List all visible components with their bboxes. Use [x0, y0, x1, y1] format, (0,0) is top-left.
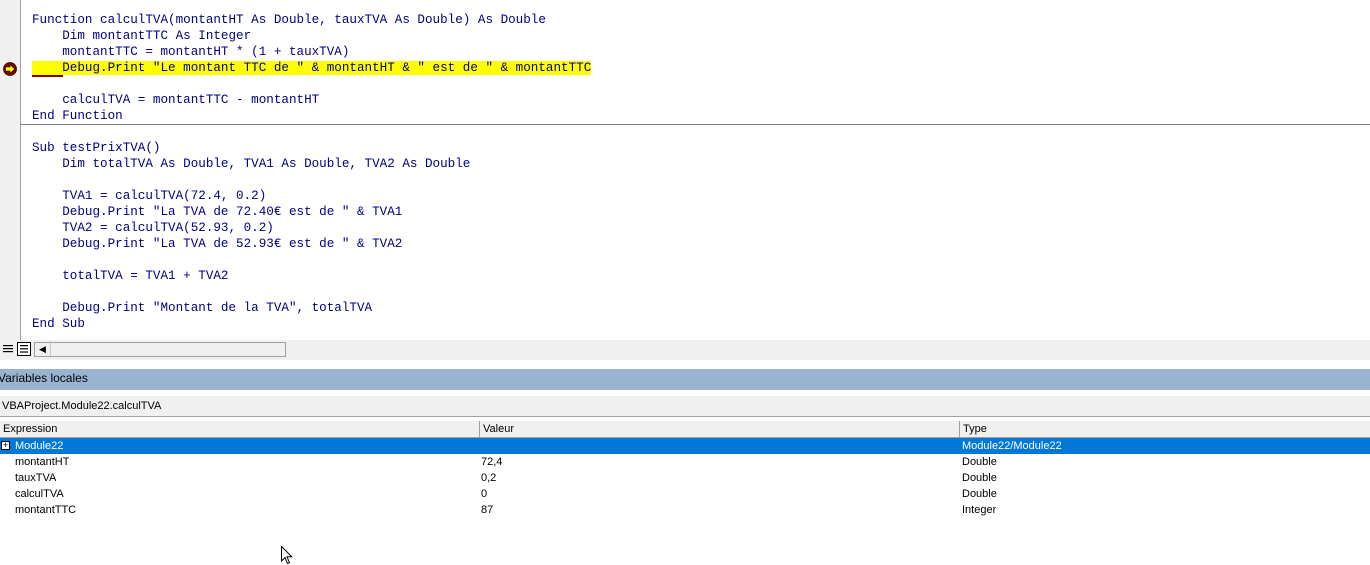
code-line[interactable]: montantTTC = montantHT * (1 + tauxTVA): [32, 44, 1370, 60]
value-cell[interactable]: 87: [481, 502, 493, 518]
code-line[interactable]: [32, 252, 1370, 268]
column-header-expression[interactable]: Expression: [0, 421, 480, 437]
expression-cell: Module22: [15, 440, 64, 452]
expand-plus-icon[interactable]: +: [1, 441, 10, 450]
expression-cell: montantTTC: [15, 504, 77, 516]
code-line[interactable]: Debug.Print "Montant de la TVA", totalTV…: [32, 300, 1370, 316]
table-row[interactable]: montantTTC 87 Integer: [0, 502, 1370, 518]
table-row[interactable]: montantHT 72,4 Double: [0, 454, 1370, 470]
value-cell[interactable]: 0: [481, 486, 487, 502]
table-row[interactable]: + Module22 Module22/Module22: [0, 438, 1370, 454]
type-cell: Double: [962, 488, 997, 500]
code-line[interactable]: [32, 284, 1370, 300]
code-line[interactable]: End Function: [32, 108, 1370, 124]
code-line[interactable]: Function calculTVA(montantHT As Double, …: [32, 12, 1370, 28]
code-line[interactable]: Debug.Print "La TVA de 72.40€ est de " &…: [32, 204, 1370, 220]
value-cell[interactable]: 72,4: [481, 454, 502, 470]
code-line[interactable]: End Sub: [32, 316, 1370, 332]
code-line[interactable]: Sub testPrixTVA(): [32, 140, 1370, 156]
table-row[interactable]: tauxTVA 0,2 Double: [0, 470, 1370, 486]
expression-cell: calculTVA: [15, 488, 64, 500]
value-cell[interactable]: 0,2: [481, 470, 496, 486]
current-statement-line[interactable]: Debug.Print "Le montant TTC de " & monta…: [32, 60, 1370, 76]
code-line[interactable]: TVA1 = calculTVA(72.4, 0.2): [32, 188, 1370, 204]
code-line[interactable]: calculTVA = montantTTC - montantHT: [32, 92, 1370, 108]
mouse-cursor-icon: [281, 546, 293, 565]
procedure-view-icon[interactable]: [2, 342, 16, 356]
current-statement-arrow-icon[interactable]: [3, 62, 17, 76]
editor-status-bar: ◀: [0, 340, 1370, 360]
horizontal-scrollbar[interactable]: ◀: [34, 342, 286, 357]
locals-context[interactable]: VBAProject.Module22.calculTVA: [0, 395, 1370, 417]
scroll-left-arrow-icon[interactable]: ◀: [35, 343, 51, 356]
table-row[interactable]: calculTVA 0 Double: [0, 486, 1370, 502]
type-cell: Module22/Module22: [962, 440, 1062, 452]
grid-header: Expression Valeur Type: [0, 421, 1370, 438]
code-line[interactable]: Dim totalTVA As Double, TVA1 As Double, …: [32, 156, 1370, 172]
highlighted-statement[interactable]: Debug.Print "Le montant TTC de " & monta…: [32, 61, 592, 75]
type-cell: Double: [962, 472, 997, 484]
code-line[interactable]: [32, 172, 1370, 188]
type-cell: Double: [962, 456, 997, 468]
locals-grid[interactable]: Expression Valeur Type + Module22 Module…: [0, 421, 1370, 518]
full-module-view-icon[interactable]: [17, 342, 31, 356]
column-header-value[interactable]: Valeur: [480, 421, 960, 437]
code-line[interactable]: Debug.Print "La TVA de 52.93€ est de " &…: [32, 236, 1370, 252]
margin-indicator-bar[interactable]: [0, 0, 21, 340]
code-line[interactable]: [32, 76, 1370, 92]
code-editor[interactable]: Function calculTVA(montantHT As Double, …: [0, 0, 1370, 340]
code-text[interactable]: Function calculTVA(montantHT As Double, …: [32, 12, 1370, 332]
context-label: VBAProject.Module22.calculTVA: [2, 400, 162, 412]
code-line[interactable]: Dim montantTTC As Integer: [32, 28, 1370, 44]
expression-cell: tauxTVA: [15, 472, 57, 484]
expression-cell: montantHT: [15, 456, 70, 468]
code-line[interactable]: totalTVA = TVA1 + TVA2: [32, 268, 1370, 284]
type-cell: Integer: [962, 504, 997, 516]
code-line[interactable]: TVA2 = calculTVA(52.93, 0.2): [32, 220, 1370, 236]
locals-window-title[interactable]: Variables locales: [0, 369, 1370, 390]
column-header-type[interactable]: Type: [960, 421, 1370, 437]
code-line[interactable]: [32, 124, 1370, 140]
locals-title-text: Variables locales: [0, 371, 88, 385]
